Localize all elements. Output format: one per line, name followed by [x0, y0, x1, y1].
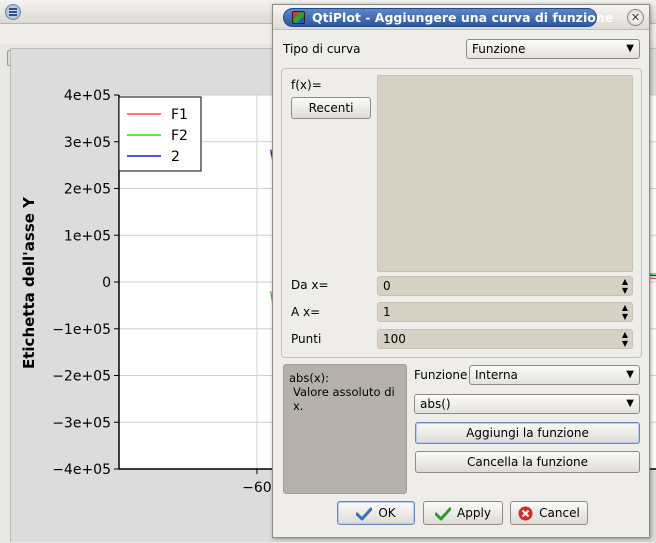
legend: F1 F2 2 [118, 96, 202, 172]
spin-arrows-icon[interactable]: ▲ ▼ [622, 330, 628, 348]
dialog-titlebar[interactable]: QtiPlot - Aggiungere una curva di funzio… [273, 5, 649, 30]
to-x-label: A x= [291, 305, 321, 319]
points-spinbox[interactable]: 100 ▲ ▼ [377, 329, 633, 349]
function-select[interactable]: abs() ▼ [414, 394, 640, 414]
legend-label: F2 [171, 128, 188, 144]
spin-arrows-icon[interactable]: ▲ ▼ [622, 303, 628, 321]
legend-label: 2 [171, 149, 180, 165]
to-x-value: 1 [383, 305, 391, 319]
help-title: abs(x): [289, 371, 329, 385]
y-tick-label: −2e+05 [52, 369, 111, 385]
spin-arrows-icon[interactable]: ▲ ▼ [622, 277, 628, 295]
from-x-value: 0 [383, 279, 391, 293]
points-label: Punti [291, 332, 322, 346]
y-tick-label: 2e+05 [64, 182, 111, 198]
y-axis-title: Etichetta dell'asse Y [20, 196, 38, 369]
function-category-select[interactable]: Interna ▼ [469, 365, 640, 385]
check-icon [356, 507, 373, 520]
legend-box [118, 96, 202, 172]
add-function-curve-dialog: QtiPlot - Aggiungere una curva di funzio… [272, 4, 650, 538]
x-tick-label: −60 [242, 480, 272, 496]
ok-button-label: OK [378, 506, 396, 520]
fx-label: f(x)= [291, 78, 322, 92]
curve-type-label: Tipo di curva [283, 42, 361, 56]
qtiplot-app-icon [292, 11, 305, 24]
check-icon [435, 507, 452, 520]
y-tick-label: −1e+05 [52, 322, 111, 338]
function-formula-input[interactable] [377, 75, 633, 272]
ok-button[interactable]: OK [337, 501, 415, 525]
dialog-title-pill: QtiPlot - Aggiungere una curva di funzio… [283, 8, 613, 27]
dialog-title: QtiPlot - Aggiungere una curva di funzio… [312, 10, 614, 25]
close-icon[interactable]: ✕ [627, 9, 644, 26]
y-tick-label: −4e+05 [52, 462, 111, 478]
curve-type-value: Funzione [472, 42, 526, 56]
recent-button[interactable]: Recenti [291, 97, 371, 119]
chevron-down-icon: ▼ [626, 43, 634, 54]
add-function-button[interactable]: Aggiungi la funzione [415, 422, 640, 444]
function-value: abs() [420, 397, 451, 411]
chevron-down-icon: ▼ [626, 369, 634, 380]
help-text: Valore assoluto di x. [293, 385, 395, 413]
curve-type-select[interactable]: Funzione ▼ [466, 39, 640, 59]
cancel-button[interactable]: Cancel [510, 501, 588, 525]
to-x-spinbox[interactable]: 1 ▲ ▼ [377, 302, 633, 322]
y-tick-label: 1e+05 [64, 228, 111, 244]
y-tick-label: 3e+05 [64, 135, 111, 151]
points-value: 100 [383, 332, 406, 346]
y-tick-label: 0 [102, 275, 111, 291]
clear-function-button[interactable]: Cancella la funzione [415, 451, 640, 473]
from-x-spinbox[interactable]: 0 ▲ ▼ [377, 276, 633, 296]
y-tick-label: −3e+05 [52, 415, 111, 431]
window-menu-icon[interactable] [5, 4, 21, 20]
y-tick-label: 4e+05 [64, 88, 111, 104]
function-label: Funzione [414, 368, 468, 382]
from-x-label: Da x= [291, 278, 329, 292]
apply-button[interactable]: Apply [423, 501, 503, 525]
function-category-value: Interna [475, 368, 518, 382]
apply-button-label: Apply [457, 506, 491, 520]
cancel-button-label: Cancel [539, 506, 580, 520]
legend-label: F1 [171, 107, 188, 123]
chevron-down-icon: ▼ [626, 398, 634, 409]
function-help-box: abs(x): Valore assoluto di x. [283, 364, 407, 494]
cancel-icon [518, 506, 533, 521]
